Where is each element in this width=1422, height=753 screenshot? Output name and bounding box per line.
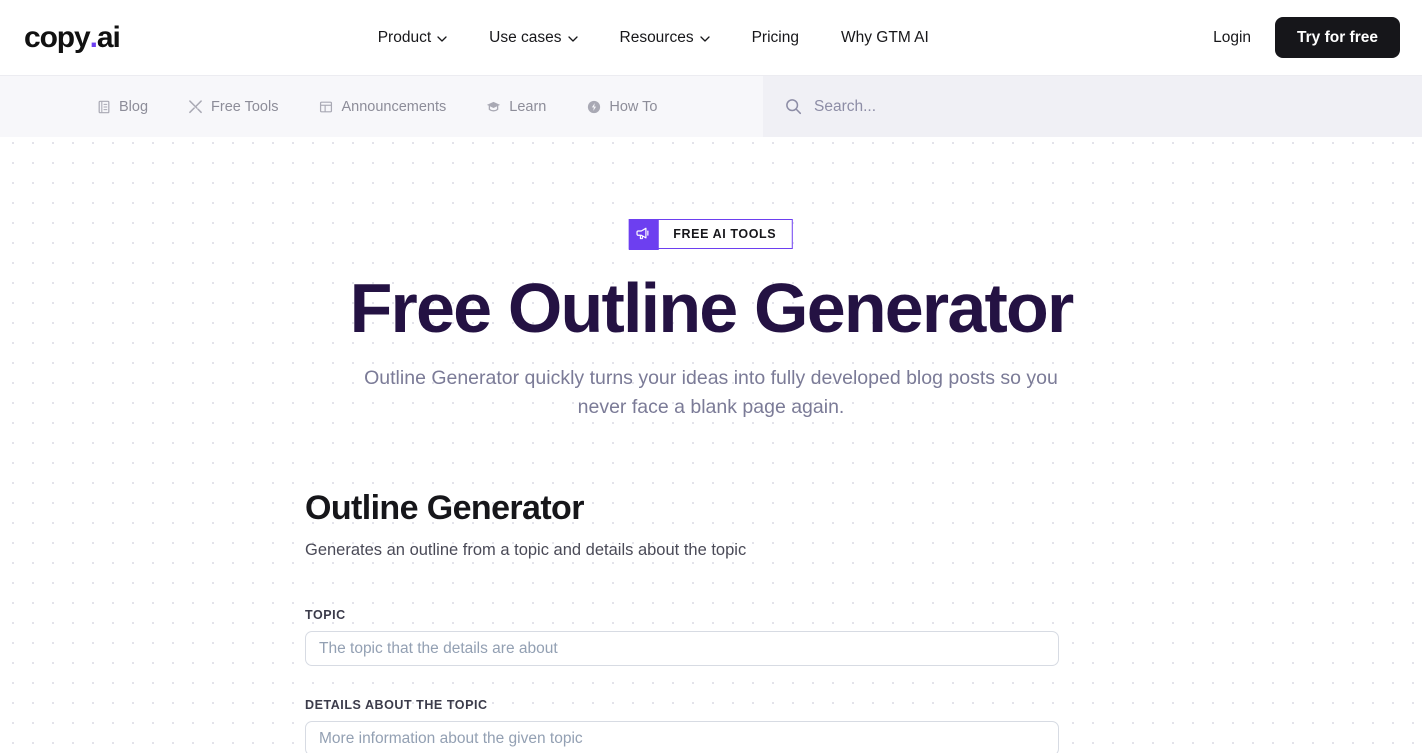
top-navigation-bar: copy. ai Product Use cases Resources Pric… [0, 0, 1422, 76]
details-input[interactable] [305, 721, 1059, 753]
nav-actions: Login Try for free [1213, 16, 1400, 59]
subnav-label: Learn [509, 98, 547, 115]
primary-nav: Product Use cases Resources Pricing Why … [357, 21, 950, 55]
subnav-item-learn[interactable]: Learn [486, 93, 561, 121]
field-details-label: DETAILS ABOUT THE TOPIC [305, 698, 488, 713]
nav-label: Why GTM AI [840, 28, 929, 46]
field-topic-label: TOPIC [305, 608, 346, 623]
field-topic: TOPIC [305, 608, 1059, 667]
book-icon [96, 99, 111, 114]
subnav-item-free-tools[interactable]: Free Tools [188, 93, 293, 121]
nav-label: Resources [619, 28, 694, 46]
search-icon [785, 98, 802, 115]
subnav-label: How To [609, 98, 658, 115]
info-circle-icon [586, 99, 601, 114]
logo-text: copy [24, 20, 91, 54]
topic-input[interactable] [305, 631, 1059, 667]
chevron-down-icon [699, 34, 710, 44]
search-bar[interactable] [763, 76, 1422, 137]
nav-item-pricing[interactable]: Pricing [731, 21, 820, 55]
field-details: DETAILS ABOUT THE TOPIC [305, 698, 1059, 753]
logo-suffix: ai [96, 20, 121, 54]
nav-item-use-cases[interactable]: Use cases [468, 21, 598, 55]
nav-item-resources[interactable]: Resources [599, 21, 731, 55]
tool-title: Outline Generator [305, 489, 584, 527]
tools-icon [188, 99, 203, 114]
try-for-free-button[interactable]: Try for free [1275, 16, 1400, 59]
subnav-item-how-to[interactable]: How To [586, 93, 672, 121]
page-subtitle: Outline Generator quickly turns your ide… [364, 367, 1058, 418]
nav-label: Pricing [751, 28, 799, 46]
subnav-links: Blog Free Tools Announcements Learn How … [0, 76, 763, 137]
nav-item-product[interactable]: Product [357, 21, 468, 55]
login-link[interactable]: Login [1213, 29, 1251, 47]
nav-label: Use cases [489, 28, 562, 46]
subnav-label: Announcements [341, 98, 447, 115]
free-ai-tools-badge[interactable]: FREE AI TOOLS [628, 218, 794, 250]
subnav-item-announcements[interactable]: Announcements [318, 93, 461, 121]
chevron-down-icon [437, 34, 447, 44]
chevron-down-icon [567, 34, 578, 44]
announcement-icon [318, 99, 333, 114]
nav-label: Product [377, 28, 432, 46]
badge-label: FREE AI TOOLS [673, 227, 777, 241]
tool-form: Outline Generator Generates an outline f… [305, 489, 1059, 753]
logo-dot: . [89, 20, 98, 54]
subnav-item-blog[interactable]: Blog [96, 93, 163, 121]
page-title: Free Outline Generator [349, 269, 1075, 347]
megaphone-icon [628, 218, 659, 250]
subnav-label: Free Tools [211, 98, 279, 115]
page-content: FREE AI TOOLS Free Outline Generator Out… [0, 137, 1422, 753]
secondary-navigation-bar: Blog Free Tools Announcements Learn How … [0, 76, 1422, 137]
copyai-logo[interactable]: copy. ai [24, 20, 121, 54]
tool-description: Generates an outline from a topic and de… [305, 541, 747, 560]
nav-item-why-gtm-ai[interactable]: Why GTM AI [820, 21, 950, 55]
graduation-cap-icon [486, 99, 501, 114]
search-input[interactable] [814, 97, 1388, 116]
subnav-label: Blog [119, 98, 149, 115]
